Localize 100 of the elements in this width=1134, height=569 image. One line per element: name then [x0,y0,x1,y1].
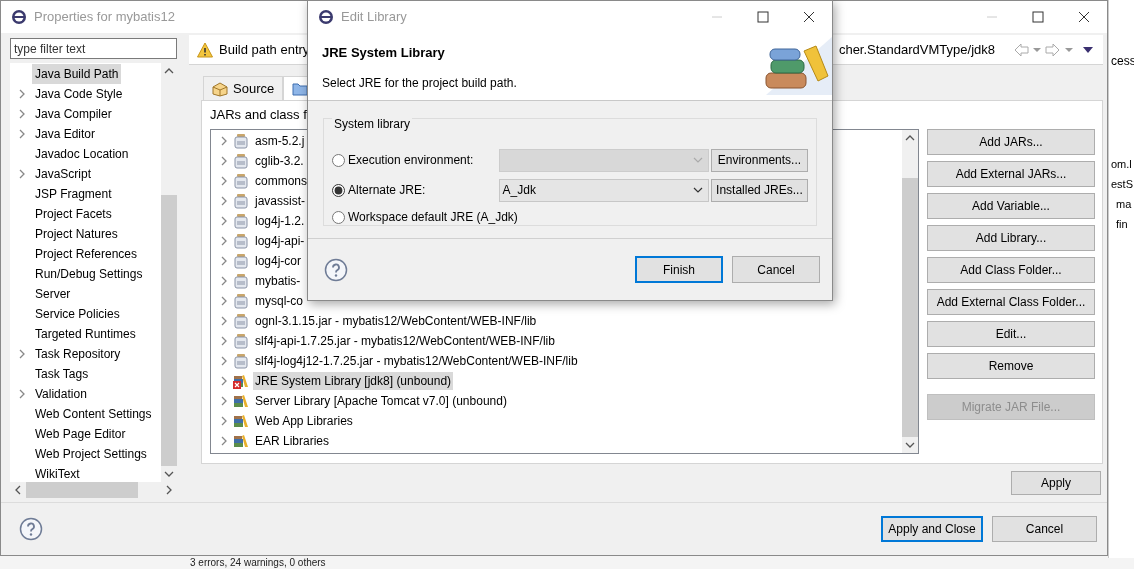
nav-item[interactable]: Validation [32,384,90,404]
outline-item[interactable]: fin [1111,216,1134,236]
scroll-thumb[interactable] [902,177,918,437]
nav-item[interactable]: Java Compiler [32,104,115,124]
footer-button[interactable]: Cancel [992,516,1097,542]
nav-item[interactable]: Web Content Settings [32,404,155,424]
build-path-entry[interactable]: log4j-api- [253,232,307,250]
expand-icon[interactable] [18,349,26,359]
dialog-button[interactable]: Cancel [732,256,820,283]
dropdown-icon[interactable] [1033,45,1041,54]
nav-item[interactable]: Web Page Editor [32,424,129,444]
build-path-entry[interactable]: slf4j-api-1.7.25.jar - mybatis12/WebContent/WEB-INF/lib [253,332,557,350]
jar-icon [233,273,249,289]
expand-icon[interactable] [18,389,26,399]
outline-item[interactable]: om.l [1111,156,1134,176]
library-icon [233,393,249,409]
build-path-entry[interactable]: ognl-3.1.15.jar - mybatis12/WebContent/WEB-INF/lib [253,312,539,330]
option-label: Workspace default JRE (A_Jdk) [348,209,518,226]
build-path-entry[interactable]: Web App Libraries [253,412,355,430]
group-label: System library [332,117,412,131]
side-button[interactable]: Add JARs... [927,129,1095,155]
folder-icon [292,80,309,97]
build-path-entry[interactable]: asm-5.2.j [253,132,307,150]
side-button[interactable]: Add External JARs... [927,161,1095,187]
radio-button[interactable] [332,153,345,167]
build-path-entry[interactable]: slf4j-log4j12-1.7.25.jar - mybatis12/WebContent/WEB-INF/lib [253,352,580,370]
nav-item[interactable]: JSP Fragment [32,184,115,204]
dialog-button[interactable]: Finish [635,256,723,283]
expand-icon[interactable] [18,109,26,119]
build-path-entry[interactable]: Server Library [Apache Tomcat v7.0] (unbound) [253,392,509,410]
apply-button[interactable]: Apply [1011,471,1101,495]
footer-button[interactable]: Apply and Close [881,516,983,542]
build-path-entry[interactable]: cglib-3.2. [253,152,306,170]
side-button[interactable]: Add Variable... [927,193,1095,219]
header-message: cher.StandardVMType/jdk8 [838,40,995,59]
nav-item[interactable]: Task Tags [32,364,92,384]
nav-item[interactable]: JavaScript [32,164,95,184]
build-path-entry[interactable]: mybatis- [253,272,303,290]
app-icon [318,9,334,25]
nav-item[interactable]: Server [32,284,74,304]
radio-button[interactable] [332,183,345,197]
side-button[interactable]: Add Library... [927,225,1095,251]
jar-icon [233,313,249,329]
expand-icon[interactable] [18,169,26,179]
side-button[interactable]: Add External Class Folder... [927,289,1095,315]
filter-field[interactable]: type filter text [10,38,177,59]
dropdown-field[interactable]: A_Jdk [498,178,709,202]
tab[interactable]: Source [203,76,284,100]
jar-icon [233,173,249,189]
option-button[interactable]: Environments... [710,148,808,172]
expand-icon[interactable] [18,89,26,99]
menu-icon[interactable] [1083,45,1093,54]
dialog-heading: JRE System Library [322,44,446,62]
radio-button[interactable] [332,210,345,224]
dropdown-icon[interactable] [1065,45,1073,54]
expand-icon[interactable] [18,129,26,139]
outline-item[interactable]: estS [1111,176,1134,196]
scroll-thumb[interactable] [161,195,177,466]
build-path-entry[interactable]: log4j-cor [253,252,304,270]
help-icon[interactable] [324,257,348,282]
nav-item[interactable]: Project Facets [32,204,115,224]
build-path-entry[interactable]: EAR Libraries [253,432,332,450]
jar-icon [233,333,249,349]
back-icon[interactable] [1013,41,1029,58]
jar-icon [233,293,249,309]
warning-icon [197,41,213,58]
nav-item[interactable]: Task Repository [32,344,124,364]
forward-icon[interactable] [1045,41,1061,58]
dialog-description: Select JRE for the project build path. [322,74,517,92]
build-path-entry[interactable]: mysql-co [253,292,305,310]
jar-icon [233,213,249,229]
jar-icon [233,253,249,269]
build-path-entry[interactable]: log4j-1.2. [253,212,307,230]
nav-item[interactable]: Java Build Path [32,64,122,84]
window-title: Properties for mybatis12 [34,8,175,27]
nav-item[interactable]: Project References [32,244,141,264]
outline-item[interactable]: ma [1111,196,1134,216]
side-button[interactable]: Remove [927,353,1095,379]
jar-icon [233,233,249,249]
nav-item[interactable]: Java Code Style [32,84,126,104]
help-icon[interactable] [19,517,43,541]
option-button[interactable]: Installed JREs... [710,178,808,202]
nav-item[interactable]: Service Policies [32,304,123,324]
window-title: Edit Library [341,8,407,27]
side-button[interactable]: Add Class Folder... [927,257,1095,283]
nav-item[interactable]: WikiText [32,464,83,484]
scroll-thumb[interactable] [26,482,138,498]
nav-item[interactable]: Web Project Settings [32,444,150,464]
nav-item[interactable]: Project Natures [32,224,121,244]
status-text: 3 errors, 24 warnings, 0 others [190,557,326,568]
nav-item[interactable]: Run/Debug Settings [32,264,146,284]
nav-item[interactable]: Java Editor [32,124,99,144]
jar-icon [233,353,249,369]
side-button[interactable]: Edit... [927,321,1095,347]
build-path-entry[interactable]: commons [253,172,309,190]
nav-item[interactable]: Targeted Runtimes [32,324,139,344]
build-path-entry[interactable]: JRE System Library [jdk8] (unbound) [253,372,454,390]
build-path-entry[interactable]: javassist- [253,192,307,210]
nav-item[interactable]: Javadoc Location [32,144,132,164]
section-label: JARs and class f [210,106,307,125]
